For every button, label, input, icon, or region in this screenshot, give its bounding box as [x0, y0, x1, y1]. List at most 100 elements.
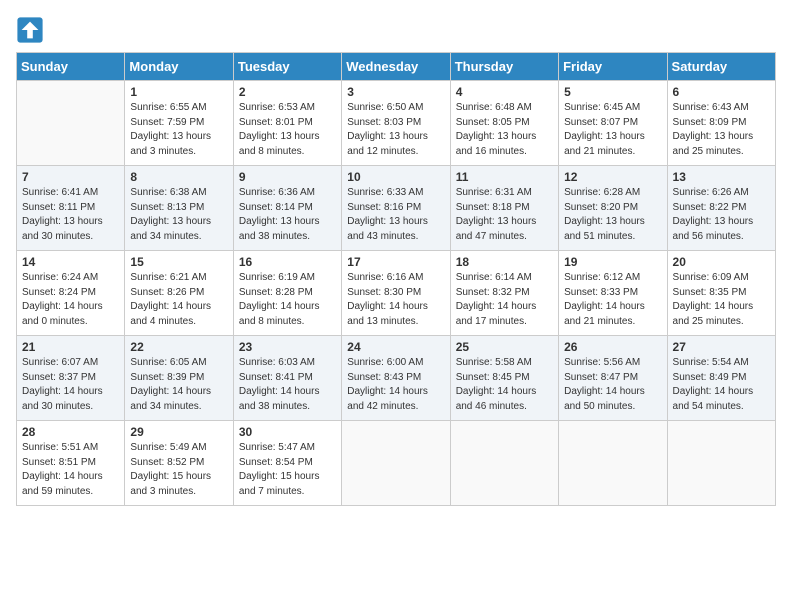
day-number: 14 [22, 255, 119, 269]
day-info: Sunrise: 6:07 AMSunset: 8:37 PMDaylight:… [22, 356, 119, 414]
day-info: Sunrise: 5:58 AMSunset: 8:45 PMDaylight:… [456, 356, 553, 414]
calendar-cell: 3 Sunrise: 6:50 AMSunset: 8:03 PMDaylight… [342, 81, 450, 166]
calendar-cell: 14 Sunrise: 6:24 AMSunset: 8:24 PMDayligh… [17, 251, 125, 336]
day-number: 11 [456, 170, 553, 184]
day-number: 29 [130, 425, 227, 439]
day-number: 25 [456, 340, 553, 354]
day-info: Sunrise: 6:36 AMSunset: 8:14 PMDaylight:… [239, 186, 336, 244]
calendar-cell: 9 Sunrise: 6:36 AMSunset: 8:14 PMDaylight… [233, 166, 341, 251]
calendar-cell: 13Sunrise: 6:26 AMSunset: 8:22 PMDayligh… [667, 166, 775, 251]
calendar-cell: 5 Sunrise: 6:45 AMSunset: 8:07 PMDaylight… [559, 81, 667, 166]
day-info: Sunrise: 6:24 AMSunset: 8:24 PMDaylight:… [22, 271, 119, 329]
calendar-cell: 1 Sunrise: 6:55 AMSunset: 7:59 PMDaylight… [125, 81, 233, 166]
day-info: Sunrise: 5:54 AMSunset: 8:49 PMDaylight:… [673, 356, 770, 414]
weekday-header-thursday: Thursday [450, 53, 558, 81]
calendar-cell [450, 421, 558, 506]
day-info: Sunrise: 6:14 AMSunset: 8:32 PMDaylight:… [456, 271, 553, 329]
weekday-header-friday: Friday [559, 53, 667, 81]
weekday-header-tuesday: Tuesday [233, 53, 341, 81]
day-number: 8 [130, 170, 227, 184]
calendar-cell: 18 Sunrise: 6:14 AMSunset: 8:32 PMDayligh… [450, 251, 558, 336]
calendar-cell: 20 Sunrise: 6:09 AMSunset: 8:35 PMDayligh… [667, 251, 775, 336]
day-number: 4 [456, 85, 553, 99]
day-info: Sunrise: 6:45 AMSunset: 8:07 PMDaylight:… [564, 101, 661, 159]
day-info: Sunrise: 5:49 AMSunset: 8:52 PMDaylight:… [130, 441, 227, 499]
day-info: Sunrise: 5:56 AMSunset: 8:47 PMDaylight:… [564, 356, 661, 414]
calendar-cell: 16 Sunrise: 6:19 AMSunset: 8:28 PMDayligh… [233, 251, 341, 336]
calendar-cell: 22 Sunrise: 6:05 AMSunset: 8:39 PMDayligh… [125, 336, 233, 421]
day-info: Sunrise: 5:51 AMSunset: 8:51 PMDaylight:… [22, 441, 119, 499]
calendar-cell: 19 Sunrise: 6:12 AMSunset: 8:33 PMDayligh… [559, 251, 667, 336]
calendar-cell: 12 Sunrise: 6:28 AMSunset: 8:20 PMDayligh… [559, 166, 667, 251]
calendar-cell [17, 81, 125, 166]
day-number: 15 [130, 255, 227, 269]
calendar-cell: 4 Sunrise: 6:48 AMSunset: 8:05 PMDaylight… [450, 81, 558, 166]
day-info: Sunrise: 6:05 AMSunset: 8:39 PMDaylight:… [130, 356, 227, 414]
calendar-cell: 25 Sunrise: 5:58 AMSunset: 8:45 PMDayligh… [450, 336, 558, 421]
day-info: Sunrise: 6:48 AMSunset: 8:05 PMDaylight:… [456, 101, 553, 159]
day-info: Sunrise: 6:41 AMSunset: 8:11 PMDaylight:… [22, 186, 119, 244]
logo-icon [16, 16, 44, 44]
day-number: 5 [564, 85, 661, 99]
day-number: 21 [22, 340, 119, 354]
day-number: 13 [673, 170, 770, 184]
header [16, 16, 776, 44]
calendar-cell: 8 Sunrise: 6:38 AMSunset: 8:13 PMDaylight… [125, 166, 233, 251]
day-info: Sunrise: 6:19 AMSunset: 8:28 PMDaylight:… [239, 271, 336, 329]
day-number: 9 [239, 170, 336, 184]
calendar-cell: 2Sunrise: 6:53 AMSunset: 8:01 PMDaylight… [233, 81, 341, 166]
day-number: 18 [456, 255, 553, 269]
day-number: 20 [673, 255, 770, 269]
day-number: 19 [564, 255, 661, 269]
calendar-cell: 28 Sunrise: 5:51 AMSunset: 8:51 PMDayligh… [17, 421, 125, 506]
day-info: Sunrise: 6:33 AMSunset: 8:16 PMDaylight:… [347, 186, 444, 244]
day-info: Sunrise: 5:47 AMSunset: 8:54 PMDaylight:… [239, 441, 336, 499]
day-info: Sunrise: 6:09 AMSunset: 8:35 PMDaylight:… [673, 271, 770, 329]
day-info: Sunrise: 6:55 AMSunset: 7:59 PMDaylight:… [130, 101, 227, 159]
weekday-header-monday: Monday [125, 53, 233, 81]
calendar-cell: 30 Sunrise: 5:47 AMSunset: 8:54 PMDayligh… [233, 421, 341, 506]
day-info: Sunrise: 6:16 AMSunset: 8:30 PMDaylight:… [347, 271, 444, 329]
calendar-cell: 15 Sunrise: 6:21 AMSunset: 8:26 PMDayligh… [125, 251, 233, 336]
day-number: 16 [239, 255, 336, 269]
day-number: 6 [673, 85, 770, 99]
day-number: 22 [130, 340, 227, 354]
day-number: 10 [347, 170, 444, 184]
logo [16, 16, 48, 44]
calendar-cell [559, 421, 667, 506]
calendar-cell: 26 Sunrise: 5:56 AMSunset: 8:47 PMDayligh… [559, 336, 667, 421]
calendar-cell: 11 Sunrise: 6:31 AMSunset: 8:18 PMDayligh… [450, 166, 558, 251]
calendar-cell: 23 Sunrise: 6:03 AMSunset: 8:41 PMDayligh… [233, 336, 341, 421]
day-number: 3 [347, 85, 444, 99]
day-info: Sunrise: 6:21 AMSunset: 8:26 PMDaylight:… [130, 271, 227, 329]
day-info: Sunrise: 6:50 AMSunset: 8:03 PMDaylight:… [347, 101, 444, 159]
calendar-cell: 29 Sunrise: 5:49 AMSunset: 8:52 PMDayligh… [125, 421, 233, 506]
day-number: 1 [130, 85, 227, 99]
calendar-cell: 6Sunrise: 6:43 AMSunset: 8:09 PMDaylight… [667, 81, 775, 166]
calendar-cell: 7 Sunrise: 6:41 AMSunset: 8:11 PMDaylight… [17, 166, 125, 251]
day-info: Sunrise: 6:00 AMSunset: 8:43 PMDaylight:… [347, 356, 444, 414]
day-number: 28 [22, 425, 119, 439]
weekday-header-wednesday: Wednesday [342, 53, 450, 81]
weekday-header-saturday: Saturday [667, 53, 775, 81]
day-info: Sunrise: 6:12 AMSunset: 8:33 PMDaylight:… [564, 271, 661, 329]
day-number: 26 [564, 340, 661, 354]
calendar-cell [342, 421, 450, 506]
calendar-cell: 10 Sunrise: 6:33 AMSunset: 8:16 PMDayligh… [342, 166, 450, 251]
day-number: 30 [239, 425, 336, 439]
day-info: Sunrise: 6:38 AMSunset: 8:13 PMDaylight:… [130, 186, 227, 244]
calendar-cell: 17Sunrise: 6:16 AMSunset: 8:30 PMDayligh… [342, 251, 450, 336]
day-info: Sunrise: 6:03 AMSunset: 8:41 PMDaylight:… [239, 356, 336, 414]
calendar-cell [667, 421, 775, 506]
calendar-cell: 27 Sunrise: 5:54 AMSunset: 8:49 PMDayligh… [667, 336, 775, 421]
day-info: Sunrise: 6:53 AMSunset: 8:01 PMDaylight:… [239, 101, 336, 159]
day-number: 23 [239, 340, 336, 354]
day-info: Sunrise: 6:31 AMSunset: 8:18 PMDaylight:… [456, 186, 553, 244]
day-number: 24 [347, 340, 444, 354]
day-info: Sunrise: 6:28 AMSunset: 8:20 PMDaylight:… [564, 186, 661, 244]
calendar-cell: 21 Sunrise: 6:07 AMSunset: 8:37 PMDayligh… [17, 336, 125, 421]
calendar-cell: 24 Sunrise: 6:00 AMSunset: 8:43 PMDayligh… [342, 336, 450, 421]
day-number: 27 [673, 340, 770, 354]
day-number: 7 [22, 170, 119, 184]
day-number: 12 [564, 170, 661, 184]
